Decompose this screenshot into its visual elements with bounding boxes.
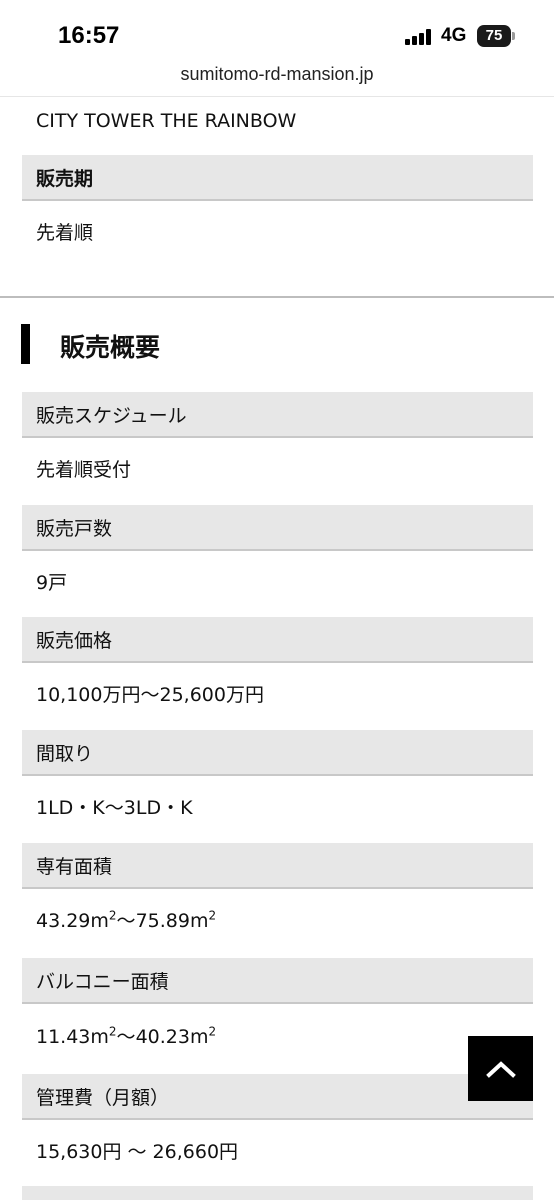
- scroll-to-top-button[interactable]: [468, 1036, 533, 1101]
- battery-icon: 75: [477, 25, 511, 47]
- address-bar-url[interactable]: sumitomo-rd-mansion.jp: [0, 64, 554, 85]
- row-header-balcony-area: バルコニー面積: [22, 958, 533, 1004]
- signal-bars-icon: [405, 29, 433, 45]
- status-time: 16:57: [58, 22, 120, 49]
- row-value-sales-schedule: 先着順受付: [36, 459, 132, 481]
- section-title: 販売概要: [60, 333, 161, 362]
- battery-tip: [512, 32, 515, 40]
- row-value-balcony-area: 11.43m2〜40.23m2: [36, 1024, 217, 1048]
- row-value-units: 9戸: [36, 572, 68, 594]
- row-header-floor-area: 専有面積: [22, 843, 533, 889]
- section-divider: [0, 296, 554, 298]
- network-type: 4G: [441, 25, 467, 46]
- row-value-management-fee: 15,630円 〜 26,660円: [36, 1141, 239, 1163]
- status-bar: 16:57 4G 75: [0, 0, 554, 62]
- row-header-floor-plan: 間取り: [22, 730, 533, 776]
- row-value-floor-area: 43.29m2〜75.89m2: [36, 908, 217, 932]
- row-header-sales-schedule: 販売スケジュール: [22, 392, 533, 438]
- sales-period-header: 販売期: [22, 155, 533, 201]
- row-header-management-fee: 管理費（月額）: [22, 1074, 533, 1120]
- row-value-price: 10,100万円〜25,600万円: [36, 684, 264, 706]
- page: 16:57 4G 75 sumitomo-rd-mansion.jp CITY …: [0, 0, 554, 1200]
- row-header-next: [22, 1186, 533, 1200]
- sales-period-value: 先着順: [36, 222, 94, 244]
- property-name: CITY TOWER THE RAINBOW: [36, 110, 297, 132]
- address-bar-divider: [0, 96, 554, 97]
- row-value-floor-plan: 1LD・K〜3LD・K: [36, 797, 193, 819]
- section-title-accent-bar: [21, 324, 30, 364]
- row-header-units: 販売戸数: [22, 505, 533, 551]
- row-header-price: 販売価格: [22, 617, 533, 663]
- chevron-up-icon: [485, 1060, 516, 1078]
